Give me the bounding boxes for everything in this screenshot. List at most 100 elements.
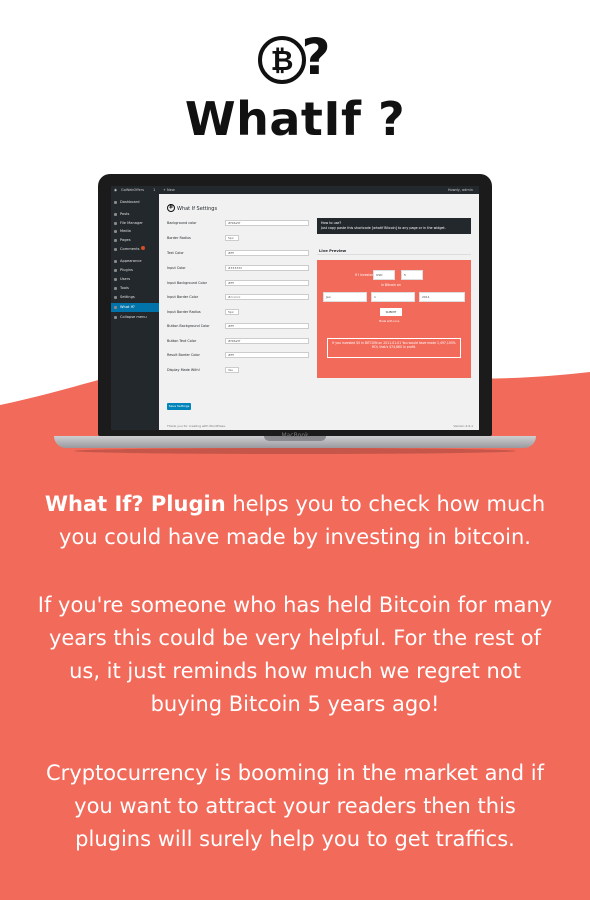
preview-month-select[interactable]: Jan — [323, 292, 367, 302]
footer-thanks: Thank you for creating with WordPress. — [167, 424, 226, 428]
sidebar-item[interactable]: Media — [111, 227, 159, 236]
preview-currency-select[interactable]: USD — [373, 270, 395, 280]
preview-day-select[interactable]: 1 — [371, 292, 415, 302]
field-label: Border Radius — [167, 236, 191, 240]
menu-icon — [114, 230, 117, 233]
footer-version: Version 4.9.1 — [453, 424, 473, 428]
plugin-name: What If? Plugin — [44, 492, 226, 516]
field-input[interactable]: #fff — [225, 250, 309, 256]
whatif-logo-icon: ₿ — [167, 204, 175, 212]
sidebar-item-label: Dashboard — [120, 200, 140, 204]
laptop-mockup: ◉ GoWebOffers 1 + New Howdy, admin Dashb… — [54, 174, 536, 454]
field-label: Input Border Color — [167, 295, 199, 299]
admin-greeting[interactable]: Howdy, admin — [448, 186, 473, 194]
sidebar-item[interactable]: Plugins — [111, 266, 159, 275]
live-preview-title: Live Preview — [319, 248, 347, 253]
field-label: Input Background Color — [167, 281, 208, 285]
laptop-shadow — [74, 448, 516, 454]
new-link[interactable]: + New — [163, 186, 175, 194]
sidebar-item-label: Comments — [120, 247, 140, 251]
menu-icon — [114, 269, 117, 272]
field-input[interactable]: #fff — [225, 352, 309, 358]
preview-submit-button[interactable]: SUBMIT — [380, 308, 402, 316]
menu-icon — [114, 278, 117, 281]
sidebar-item-label: Collapse menu — [120, 315, 147, 319]
sidebar-item-label: Media — [120, 229, 131, 233]
sidebar-item[interactable]: Tools — [111, 284, 159, 293]
wordpress-icon[interactable]: ◉ — [114, 186, 117, 194]
admin-site-name[interactable]: GoWebOffers — [121, 186, 144, 194]
menu-icon — [114, 248, 117, 251]
sidebar-item[interactable]: Collapse menu — [111, 313, 159, 322]
field-select[interactable]: 5px — [225, 309, 239, 315]
holder-paragraph: If you're someone who has held Bitcoin f… — [37, 593, 553, 716]
howto-box: How to use? Just copy paste this shortco… — [317, 218, 471, 234]
field-label: Button Background Color — [167, 324, 210, 328]
field-input[interactable]: #333333 — [225, 265, 309, 271]
menu-icon — [114, 260, 117, 263]
comments-count[interactable]: 1 — [153, 186, 155, 194]
sidebar-item[interactable]: Posts — [111, 210, 159, 219]
divider — [317, 254, 471, 255]
preview-if-invested: If I invested — [355, 273, 374, 277]
settings-title: What If Settings — [177, 206, 218, 212]
sidebar-item[interactable]: Appearance — [111, 257, 159, 266]
field-label: Text Color — [167, 251, 184, 255]
settings-content: ₿ What If Settings Background color #f26a… — [159, 194, 479, 430]
sidebar-item-label: Settings — [120, 295, 135, 299]
sidebar-item-label: Appearance — [120, 259, 142, 263]
sidebar-item[interactable]: Settings — [111, 293, 159, 302]
field-select[interactable]: Yes — [225, 367, 239, 373]
menu-icon — [114, 306, 117, 309]
sidebar-item-label: Posts — [120, 212, 130, 216]
field-label: Button Text Color — [167, 339, 197, 343]
field-label: Input Color — [167, 266, 186, 270]
bitcoin-question-logo: ₿ ? — [258, 28, 331, 86]
sidebar-item[interactable]: Comments — [111, 245, 159, 254]
preview-year-select[interactable]: 2011 — [419, 292, 465, 302]
sidebar-item-label: Users — [120, 277, 131, 281]
sidebar-item-label: What If? — [120, 305, 135, 309]
laptop-brand: MacBook — [281, 432, 309, 439]
preview-made-with: Made with Love — [379, 320, 400, 323]
field-select[interactable]: 5px — [225, 235, 239, 241]
sidebar-item-label: Plugins — [120, 268, 133, 272]
sidebar-item-label: Tools — [120, 286, 129, 290]
sidebar-item-label: Pages — [120, 238, 131, 242]
admin-bar: ◉ GoWebOffers 1 + New Howdy, admin — [111, 186, 479, 194]
sidebar-item[interactable]: Dashboard — [111, 198, 159, 207]
menu-icon — [114, 239, 117, 242]
save-settings-button[interactable]: Save Settings — [167, 403, 191, 410]
preview-in-bitcoin: in Bitcoin on — [381, 283, 401, 287]
field-input[interactable]: #cccccc — [225, 294, 309, 300]
field-label: Input Border Radius — [167, 310, 201, 314]
menu-icon — [114, 213, 117, 216]
menu-icon — [114, 287, 117, 290]
intro-paragraph: What If? Plugin helps you to check how m… — [34, 488, 556, 554]
preview-amount-input[interactable]: 5 — [401, 270, 423, 280]
field-input[interactable]: #f26a5f — [225, 338, 309, 344]
field-label: Result Border Color — [167, 353, 200, 357]
crypto-paragraph: Cryptocurrency is booming in the market … — [46, 761, 544, 851]
page-title: WhatIf ? — [184, 92, 406, 146]
preview-result: If you invested $5 in BITCOIN on 2011-01… — [327, 338, 461, 358]
field-label: Background color — [167, 221, 197, 225]
menu-icon — [114, 201, 117, 204]
sidebar-item[interactable]: Users — [111, 275, 159, 284]
sidebar-item[interactable]: What If? — [111, 303, 159, 312]
field-label: Display Made With! — [167, 368, 200, 372]
live-preview: If I invested USD 5 in Bitcoin on Jan 1 … — [317, 260, 471, 378]
field-input[interactable]: #fff — [225, 323, 309, 329]
howto-text: Just copy paste this shortcode [whatif B… — [321, 225, 446, 230]
sidebar-item[interactable]: Pages — [111, 236, 159, 245]
menu-icon — [114, 316, 117, 319]
logo-symbol: ₿ — [271, 44, 294, 77]
menu-icon — [114, 296, 117, 299]
logo-question: ? — [301, 28, 330, 86]
menu-icon — [114, 222, 117, 225]
field-input[interactable]: #f26a5f — [225, 220, 309, 226]
field-input[interactable]: #fff — [225, 280, 309, 286]
comments-badge — [141, 246, 146, 250]
laptop-screen: ◉ GoWebOffers 1 + New Howdy, admin Dashb… — [111, 186, 479, 430]
sidebar-item-label: File Manager — [120, 221, 143, 225]
